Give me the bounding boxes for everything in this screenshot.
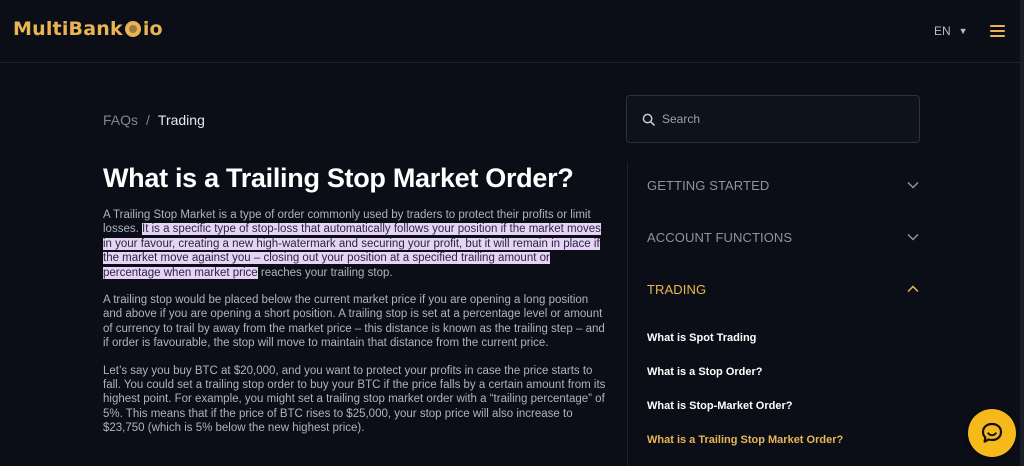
chevron-up-icon	[907, 285, 919, 293]
category-getting-started[interactable]: GETTING STARTED	[647, 175, 919, 195]
hamburger-menu-icon[interactable]	[990, 25, 1005, 37]
paragraph-text: reaches your trailing stop.	[257, 266, 393, 279]
page-title: What is a Trailing Stop Market Order?	[103, 163, 574, 193]
faq-link-stop-market-order[interactable]: What is Stop-Market Order?	[647, 400, 792, 412]
category-account-functions[interactable]: ACCOUNT FUNCTIONS	[647, 227, 919, 247]
search-box[interactable]	[626, 95, 920, 143]
logo-text-suffix: io	[142, 18, 163, 40]
breadcrumb-separator: /	[146, 112, 150, 128]
category-label: GETTING STARTED	[647, 177, 770, 193]
faq-link-trailing-stop-market-order[interactable]: What is a Trailing Stop Market Order?	[647, 434, 843, 446]
coin-logo-icon	[124, 21, 141, 37]
chat-button[interactable]	[968, 409, 1016, 457]
breadcrumb-faqs-link[interactable]: FAQs	[103, 112, 138, 128]
multibank-logo[interactable]: MultiBank io	[13, 18, 163, 40]
category-label: ACCOUNT FUNCTIONS	[647, 229, 793, 245]
logo-text-main: MultiBank	[13, 18, 123, 40]
search-input[interactable]	[662, 112, 902, 126]
chevron-down-icon	[907, 181, 919, 189]
top-header: MultiBank io EN ▼	[0, 0, 1024, 63]
search-icon	[642, 113, 655, 126]
chevron-down-icon	[907, 233, 919, 241]
breadcrumb: FAQs / Trading	[103, 112, 205, 128]
caret-down-icon: ▼	[958, 26, 968, 36]
article-body: A Trailing Stop Market is a type of orde…	[103, 208, 609, 449]
article-paragraph: A trailing stop would be placed below th…	[103, 294, 605, 350]
breadcrumb-current: Trading	[157, 112, 205, 128]
article-paragraph: Let’s say you buy BTC at $20,000, and yo…	[103, 364, 606, 435]
chat-icon	[981, 422, 1003, 443]
faq-sidebar: GETTING STARTED ACCOUNT FUNCTIONS TRADIN…	[627, 162, 925, 466]
scrollbar[interactable]	[1020, 0, 1024, 466]
language-selector[interactable]: EN ▼	[934, 24, 968, 38]
language-label: EN	[934, 24, 951, 38]
faq-link-spot-trading[interactable]: What is Spot Trading	[647, 332, 756, 344]
category-trading[interactable]: TRADING	[647, 279, 919, 299]
faq-link-stop-order[interactable]: What is a Stop Order?	[647, 366, 763, 378]
category-label: TRADING	[647, 281, 707, 297]
article-paragraph: A Trailing Stop Market is a type of orde…	[103, 208, 609, 280]
